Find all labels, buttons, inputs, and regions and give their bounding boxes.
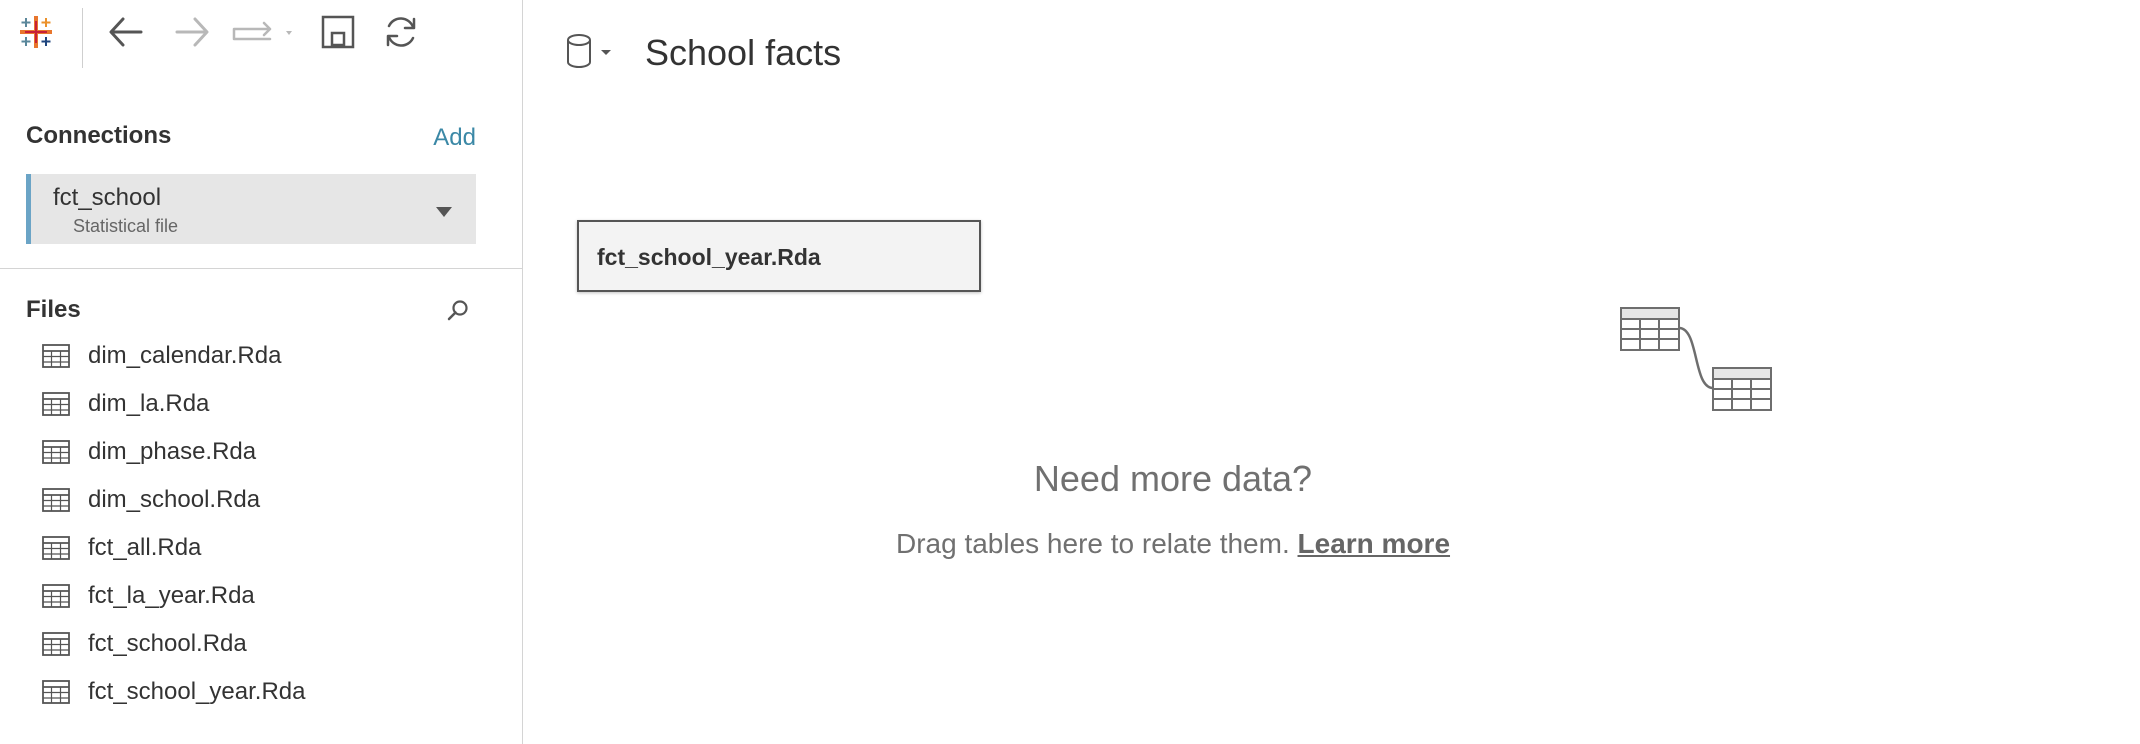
datasource-title[interactable]: School facts — [645, 32, 841, 74]
data-canvas[interactable]: School facts fct_school_year.Rda Need mo… — [523, 0, 2140, 744]
file-list: dim_calendar.Rda dim_la.Rda dim_phase.Rda d… — [0, 332, 521, 716]
left-pane: Connections Add fct_school Statistical f… — [0, 0, 523, 744]
connection-name: fct_school — [53, 184, 162, 211]
connections-header: Connections — [26, 122, 172, 149]
datasource-menu-button[interactable] — [565, 32, 617, 72]
table-icon — [42, 584, 70, 608]
drag-hint-text: Drag tables here to relate them. — [895, 528, 1290, 559]
forward-button[interactable] — [172, 12, 212, 52]
connection-type: Statistical file — [73, 216, 179, 236]
table-icon — [42, 632, 70, 656]
chevron-down-icon[interactable] — [436, 204, 452, 222]
connection-item-fct-school[interactable]: fct_school Statistical file — [26, 174, 476, 244]
tableau-logo-icon[interactable] — [18, 14, 54, 50]
search-icon[interactable] — [446, 298, 470, 322]
file-name: fct_la_year.Rda — [88, 582, 255, 609]
add-connection-link[interactable]: Add — [433, 124, 476, 152]
tableau-data-source-page: Connections Add fct_school Statistical f… — [0, 0, 2140, 744]
file-name: dim_calendar.Rda — [88, 342, 282, 369]
save-button[interactable] — [318, 12, 358, 52]
arrow-left-icon — [109, 17, 143, 47]
database-icon — [567, 34, 611, 68]
back-button[interactable] — [106, 12, 146, 52]
toolbar-separator — [82, 8, 83, 68]
table-icon — [42, 392, 70, 416]
toolbar — [0, 0, 522, 68]
drag-tables-hint: Drag tables here to relate them. Learn m… — [0, 528, 2140, 560]
table-icon — [42, 680, 70, 704]
file-list-item[interactable]: fct_school.Rda — [0, 620, 521, 668]
files-header: Files — [26, 296, 81, 323]
section-divider — [0, 268, 522, 269]
redo-dropdown-button[interactable] — [230, 12, 304, 52]
need-more-data-title: Need more data? — [1033, 458, 1313, 499]
table-box-label: fct_school_year.Rda — [597, 244, 821, 270]
arrow-right-icon — [175, 17, 209, 47]
file-list-item[interactable]: fct_school_year.Rda — [0, 668, 521, 716]
redo-dropdown-icon — [232, 21, 292, 41]
file-name: dim_la.Rda — [88, 390, 210, 417]
table-box-fct-school-year[interactable]: fct_school_year.Rda — [577, 220, 981, 292]
file-list-item[interactable]: dim_la.Rda — [0, 380, 521, 428]
save-icon — [321, 15, 355, 49]
file-name: fct_school.Rda — [88, 630, 247, 657]
learn-more-link[interactable]: Learn more — [1298, 528, 1451, 559]
file-list-item[interactable]: dim_calendar.Rda — [0, 332, 521, 380]
file-name: fct_school_year.Rda — [88, 678, 306, 705]
table-icon — [42, 344, 70, 368]
relate-tables-illustration-icon — [1615, 300, 1785, 416]
file-list-item[interactable]: fct_la_year.Rda — [0, 572, 521, 620]
refresh-button[interactable] — [380, 12, 422, 52]
refresh-icon — [386, 17, 416, 47]
